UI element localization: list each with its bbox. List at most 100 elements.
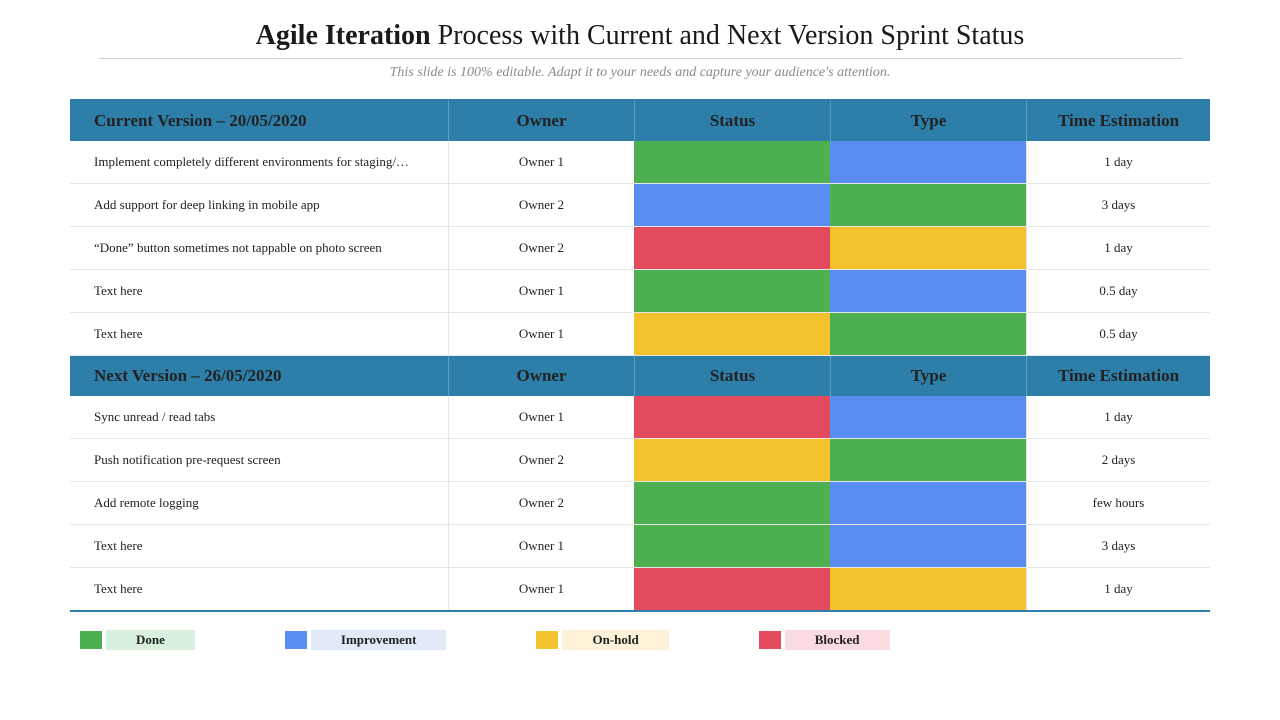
legend-item-red: Blocked [759,630,890,650]
status-swatch-yellow [634,439,830,481]
type-swatch-blue [830,396,1026,438]
legend-label: On-hold [562,630,668,650]
header-type: Type [830,356,1026,396]
owner-cell: Owner 1 [448,525,634,567]
table-row: Add remote loggingOwner 2 few hours [70,482,1210,525]
legend-label: Done [106,630,195,650]
owner-cell: Owner 1 [448,270,634,312]
type-swatch-green [830,313,1026,355]
header-time: Time Estimation [1026,356,1210,396]
header-owner: Owner [448,101,634,141]
status-cell [634,184,830,226]
status-cell [634,270,830,312]
table-row: Text hereOwner 1 1 day [70,568,1210,610]
status-swatch-red [634,568,830,610]
time-cell: 3 days [1026,184,1210,226]
title-bold: Agile Iteration [256,20,431,51]
header-time: Time Estimation [1026,101,1210,141]
subtitle: This slide is 100% editable. Adapt it to… [70,65,1210,81]
time-cell: 2 days [1026,439,1210,481]
time-cell: 0.5 day [1026,313,1210,355]
owner-cell: Owner 2 [448,439,634,481]
legend-color-red [759,631,781,649]
owner-cell: Owner 1 [448,396,634,438]
type-swatch-green [830,439,1026,481]
time-cell: few hours [1026,482,1210,524]
header-task: Next Version – 26/05/2020 [70,356,448,396]
table-row: Push notification pre-request screenOwne… [70,439,1210,482]
legend: Done Improvement On-hold Blocked [70,630,1210,650]
task-cell: “Done” button sometimes not tappable on … [70,227,448,269]
status-cell [634,141,830,183]
title-rest: Process with Current and Next Version Sp… [431,20,1025,51]
task-cell: Text here [70,568,448,610]
type-cell [830,568,1026,610]
type-cell [830,270,1026,312]
legend-item-yellow: On-hold [536,630,668,650]
type-cell [830,396,1026,438]
header-owner: Owner [448,356,634,396]
section-header: Next Version – 26/05/2020OwnerStatusType… [70,356,1210,396]
legend-color-blue [285,631,307,649]
status-swatch-yellow [634,313,830,355]
table-row: Text hereOwner 1 0.5 day [70,313,1210,356]
type-swatch-yellow [830,568,1026,610]
task-cell: Text here [70,313,448,355]
type-swatch-blue [830,482,1026,524]
time-cell: 0.5 day [1026,270,1210,312]
time-cell: 1 day [1026,141,1210,183]
type-cell [830,313,1026,355]
header-status: Status [634,356,830,396]
time-cell: 1 day [1026,227,1210,269]
table-row: Sync unread / read tabsOwner 11 day [70,396,1210,439]
task-cell: Sync unread / read tabs [70,396,448,438]
section-header: Current Version – 20/05/2020OwnerStatusT… [70,101,1210,141]
status-cell [634,439,830,481]
table-row: Implement completely different environme… [70,141,1210,184]
status-cell [634,396,830,438]
page-title: Agile Iteration Process with Current and… [70,20,1210,52]
type-cell [830,141,1026,183]
legend-label: Improvement [311,630,447,650]
status-cell [634,568,830,610]
time-cell: 1 day [1026,568,1210,610]
type-cell [830,184,1026,226]
status-cell [634,313,830,355]
header-status: Status [634,101,830,141]
table-row: “Done” button sometimes not tappable on … [70,227,1210,270]
owner-cell: Owner 2 [448,184,634,226]
table-row: Text hereOwner 1 3 days [70,525,1210,568]
status-swatch-blue [634,184,830,226]
owner-cell: Owner 1 [448,568,634,610]
type-swatch-blue [830,525,1026,567]
table-row: Text hereOwner 1 0.5 day [70,270,1210,313]
status-cell [634,227,830,269]
status-swatch-green [634,141,830,183]
type-cell [830,439,1026,481]
task-cell: Text here [70,525,448,567]
table-row: Add support for deep linking in mobile a… [70,184,1210,227]
legend-item-green: Done [80,630,195,650]
sprint-table: Current Version – 20/05/2020OwnerStatusT… [70,99,1210,612]
owner-cell: Owner 2 [448,227,634,269]
task-cell: Add remote logging [70,482,448,524]
legend-color-yellow [536,631,558,649]
owner-cell: Owner 2 [448,482,634,524]
task-cell: Add support for deep linking in mobile a… [70,184,448,226]
type-swatch-blue [830,141,1026,183]
status-swatch-red [634,396,830,438]
owner-cell: Owner 1 [448,141,634,183]
status-swatch-red [634,227,830,269]
type-cell [830,525,1026,567]
owner-cell: Owner 1 [448,313,634,355]
type-swatch-green [830,184,1026,226]
time-cell: 3 days [1026,525,1210,567]
legend-item-blue: Improvement [285,630,447,650]
status-swatch-green [634,525,830,567]
status-cell [634,525,830,567]
header-type: Type [830,101,1026,141]
legend-color-green [80,631,102,649]
status-cell [634,482,830,524]
title-divider [99,58,1182,59]
task-cell: Text here [70,270,448,312]
